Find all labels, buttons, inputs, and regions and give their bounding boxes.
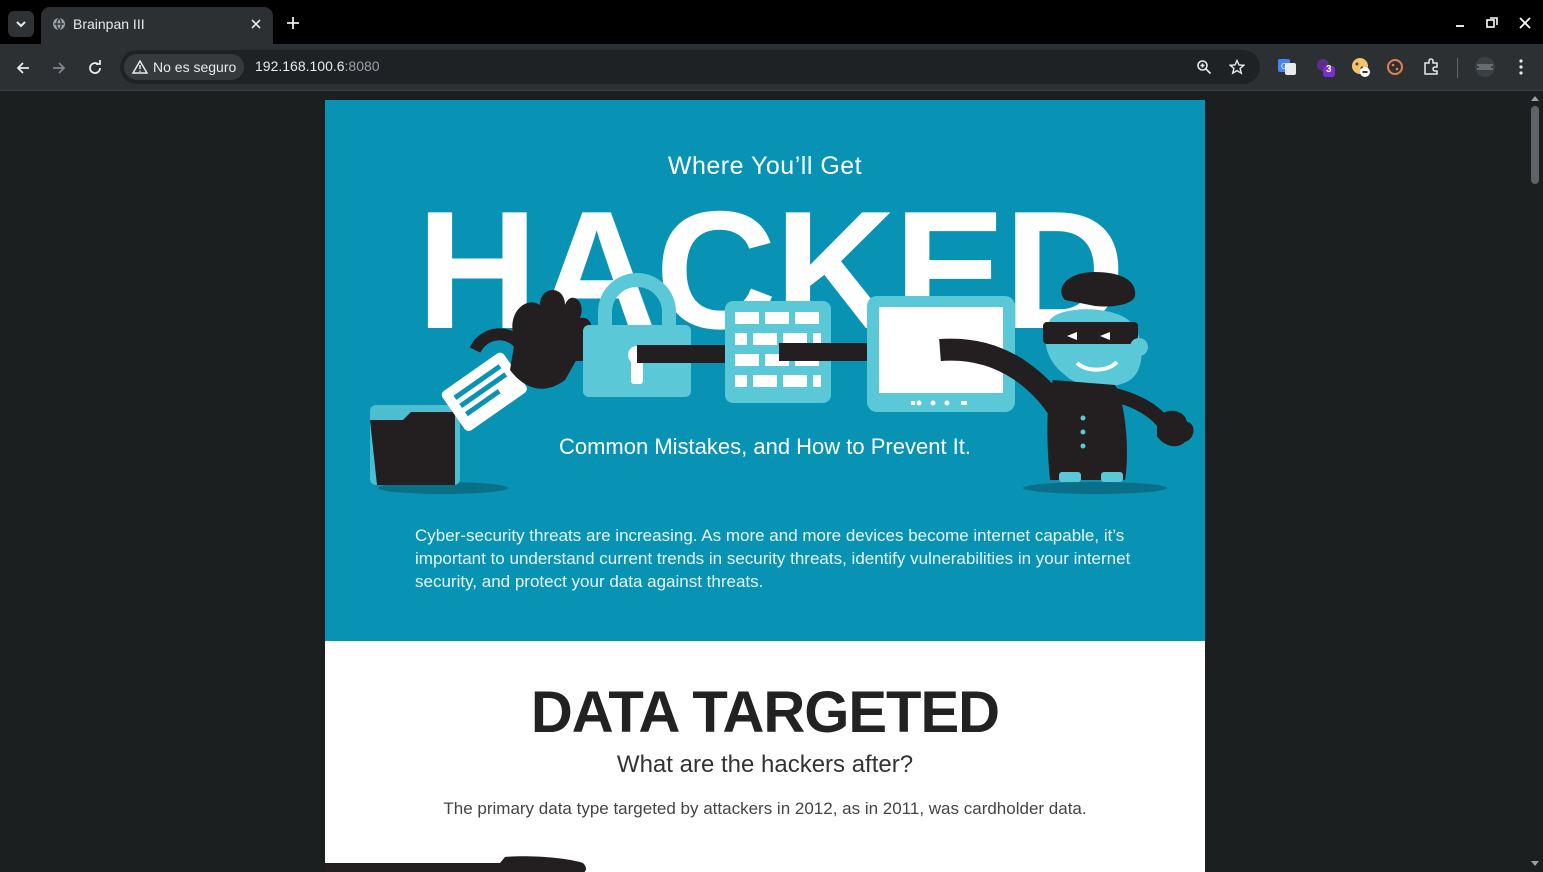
close-icon [1519,17,1531,29]
page-viewport: Where You’ll Get HACKED Common Mistakes,… [0,92,1543,872]
hero-banner: Where You’ll Get HACKED Common Mistakes,… [325,100,1205,641]
tab-search-button[interactable] [8,11,34,37]
cookie-extension[interactable] [1350,56,1372,78]
cookie-icon [1352,58,1370,77]
url-port: :8080 [344,58,380,74]
security-label: No es seguro [153,59,237,75]
scroll-up-icon[interactable] [1530,94,1540,102]
toolbar-divider [1457,58,1458,78]
translate-extension[interactable]: G [1276,56,1298,78]
browser-toolbar: No es seguro 192.168.100.6:8080 G 3 [0,44,1543,91]
tab-close-button[interactable] [247,15,265,33]
cookie-editor-extension[interactable] [1384,56,1406,78]
new-tab-button[interactable] [282,12,304,34]
reload-button[interactable] [82,55,108,81]
browser-tab[interactable]: Brainpan III [41,7,273,44]
extensions-button[interactable] [1420,56,1442,78]
close-icon [251,19,261,29]
arrow-left-icon [16,62,29,74]
scroll-down-icon[interactable] [1530,860,1540,868]
address-bar[interactable]: No es seguro 192.168.100.6:8080 [120,50,1260,84]
minimize-icon [1456,25,1464,27]
url-host: 192.168.100.6 [255,58,345,74]
data-targeted-section: DATA TARGETED What are the hackers after… [325,641,1205,872]
menu-button[interactable] [1510,56,1532,78]
close-window-button[interactable] [1515,13,1535,33]
plus-icon [287,17,299,29]
star-icon [1229,59,1245,75]
more-vertical-icon [1519,59,1523,75]
globe-icon [53,17,65,31]
profile-button[interactable] [1474,56,1496,78]
lock-icon [583,273,691,397]
translate-icon: G [1278,59,1296,75]
reload-icon [89,60,101,74]
extension-badge-icon [1317,59,1335,77]
forward-button[interactable] [46,55,72,81]
minimize-button[interactable] [1450,13,1470,33]
zoom-button[interactable] [1194,57,1214,77]
zoom-icon [1197,60,1212,75]
restore-button[interactable] [1482,13,1502,33]
scrollbar-thumb[interactable] [1531,106,1539,184]
purple-extension[interactable]: 3 [1314,56,1336,78]
tab-strip: Brainpan III [0,0,1543,44]
section-text: The primary data type targeted by attack… [443,799,1087,818]
extension-badge: 3 [1326,64,1332,75]
security-indicator[interactable]: No es seguro [124,54,245,80]
url-text[interactable]: 192.168.100.6:8080 [255,58,380,74]
restore-icon [1486,17,1498,28]
svg-text:G: G [1281,62,1287,71]
infographic-page: Where You’ll Get HACKED Common Mistakes,… [325,100,1205,872]
tab-title: Brainpan III [73,16,145,32]
section-title: DATA TARGETED [530,680,1000,745]
puzzle-icon [1424,58,1438,75]
back-button[interactable] [10,55,36,81]
section-subtitle: What are the hackers after? [616,751,914,778]
chevron-down-icon [16,21,26,28]
cookie-icon [1387,59,1403,75]
arrow-right-icon [53,62,66,74]
avatar-icon [1475,57,1495,77]
vertical-scrollbar[interactable] [1527,92,1543,872]
bookmark-button[interactable] [1227,57,1247,77]
hero-subtitle: Common Mistakes, and How to Prevent It. [558,434,972,459]
hero-intro: Cyber-security threats are increasing. A… [415,526,1131,591]
hand-icon [325,856,586,872]
warning-icon [132,60,148,74]
